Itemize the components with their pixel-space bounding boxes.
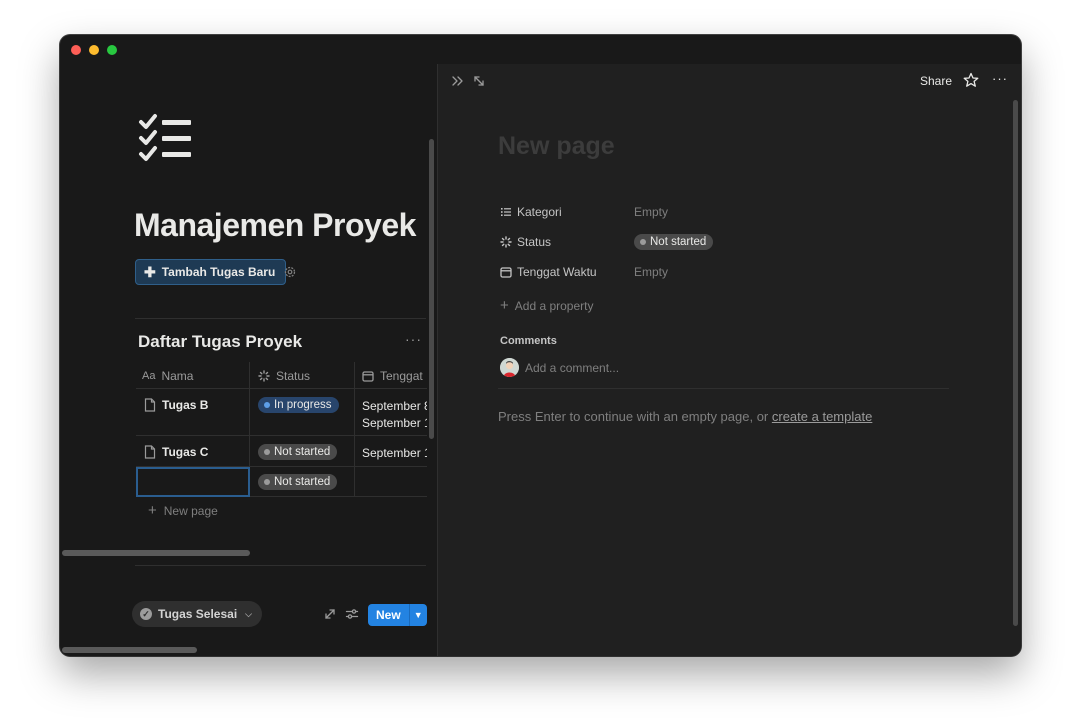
hint-text: Press Enter to continue with an empty pa… [498,409,772,424]
status-cell[interactable]: In progress [250,389,355,435]
plus-icon: ✚ [144,263,156,280]
page-vertical-scrollbar[interactable] [429,139,434,439]
comment-input[interactable]: Add a comment... [525,361,619,375]
open-full-page-icon[interactable] [472,74,486,88]
table-horizontal-scrollbar[interactable] [62,550,250,556]
comments-heading: Comments [500,335,557,347]
status-badge: Not started [258,474,338,490]
column-label: Tenggat [380,369,423,383]
chevron-down-icon: ⌵ [245,608,252,619]
empty-page-hint: Press Enter to continue with an empty pa… [498,409,872,424]
date-cell[interactable] [355,467,427,496]
peek-vertical-scrollbar[interactable] [1013,100,1018,626]
status-dot-icon [640,239,646,245]
document-icon [144,445,156,459]
date-text: September 1 [362,446,427,460]
date-cell[interactable]: September 1 [355,436,427,466]
status-badge[interactable]: Not started [634,234,714,250]
status-loader-icon [500,236,512,248]
status-text: In progress [274,399,332,411]
table-header-row: Aa Nama Status Tenggat [136,362,427,389]
add-task-label: Tambah Tugas Baru [161,265,276,279]
close-peek-icon[interactable] [451,74,465,88]
gear-icon[interactable] [283,265,297,279]
task-table: Aa Nama Status Tenggat Tugas B In progre… [136,362,427,497]
status-text: Not started [650,236,707,248]
task-name: Tugas B [162,398,209,412]
expand-icon[interactable] [323,607,337,621]
share-button[interactable]: Share [920,74,952,88]
divider [135,318,426,319]
create-template-link[interactable]: create a template [772,409,872,424]
status-cell[interactable]: Not started [250,436,355,466]
name-cell[interactable]: Tugas B [136,389,250,435]
app-window: Manajemen Proyek ✚ Tambah Tugas Baru Daf… [60,35,1021,656]
property-deadline[interactable]: Tenggat Waktu Empty [500,263,900,283]
chevron-down-icon[interactable]: ▼ [408,604,427,626]
page-horizontal-scrollbar[interactable] [62,647,197,653]
status-loader-icon [258,370,270,382]
divider [498,388,949,389]
calendar-icon [362,371,374,382]
status-badge: Not started [258,444,338,460]
name-cell[interactable] [136,467,250,496]
status-cell[interactable]: Not started [250,467,355,496]
add-task-button[interactable]: ✚ Tambah Tugas Baru [135,259,287,285]
table-row[interactable]: Tugas B In progress September 8 Septembe… [136,389,427,436]
status-dot-icon [264,402,270,408]
more-options-icon[interactable]: ··· [992,71,1008,86]
date-text: September 8 [362,399,427,413]
document-icon [144,398,156,412]
new-button[interactable]: New [368,604,409,626]
status-dot-icon [264,449,270,455]
table-row-selected[interactable]: Not started [136,467,427,497]
property-value[interactable]: Empty [634,265,668,279]
database-title[interactable]: Daftar Tugas Proyek [138,332,302,352]
side-peek-panel: Share ··· New page Kategori Empty Status… [437,64,1021,656]
column-header-name[interactable]: Aa Nama [136,362,250,388]
star-icon[interactable] [963,72,979,88]
property-label: Tenggat Waktu [517,265,597,279]
column-label: Nama [161,369,194,383]
status-text: Not started [274,476,331,488]
list-icon [501,208,511,216]
name-cell[interactable]: Tugas C [136,436,250,466]
new-page-row[interactable]: + New page [148,502,218,519]
property-label: Status [517,235,552,249]
property-kategori[interactable]: Kategori Empty [500,203,900,223]
avatar [500,358,519,377]
task-name: Tugas C [162,445,209,459]
calendar-icon [500,267,512,278]
check-circle-icon: ✓ [140,608,152,620]
property-value[interactable]: Empty [634,205,668,219]
checklist-icon[interactable] [138,113,194,163]
column-header-deadline[interactable]: Tenggat [355,362,427,388]
group-chip[interactable]: ✓ Tugas Selesai ⌵ [132,601,262,627]
main-page: Manajemen Proyek ✚ Tambah Tugas Baru Daf… [60,35,437,656]
add-property-button[interactable]: + Add a property [500,297,593,314]
new-page-label: New page [163,503,218,518]
plus-icon: + [500,297,509,314]
group-chip-label: Tugas Selesai [158,607,238,621]
text-aa-icon: Aa [142,370,156,382]
sliders-icon[interactable] [345,607,359,621]
status-dot-icon [264,479,270,485]
property-status[interactable]: Status Not started [500,233,900,253]
new-button-group[interactable]: New ▼ [368,604,427,626]
column-header-status[interactable]: Status [250,362,355,388]
more-options-icon[interactable]: ··· [405,331,422,347]
status-text: Not started [274,446,331,458]
table-row[interactable]: Tugas C Not started September 1 [136,436,427,467]
add-property-label: Add a property [514,298,594,313]
date-text: September 1 [362,416,427,430]
status-badge: In progress [258,397,339,413]
page-title[interactable]: Manajemen Proyek [134,207,416,244]
date-cell[interactable]: September 8 September 1 [355,389,427,435]
column-label: Status [276,369,311,383]
property-label: Kategori [517,205,562,219]
divider [135,565,426,566]
plus-icon: + [148,502,157,519]
page-title-input[interactable]: New page [498,132,615,161]
